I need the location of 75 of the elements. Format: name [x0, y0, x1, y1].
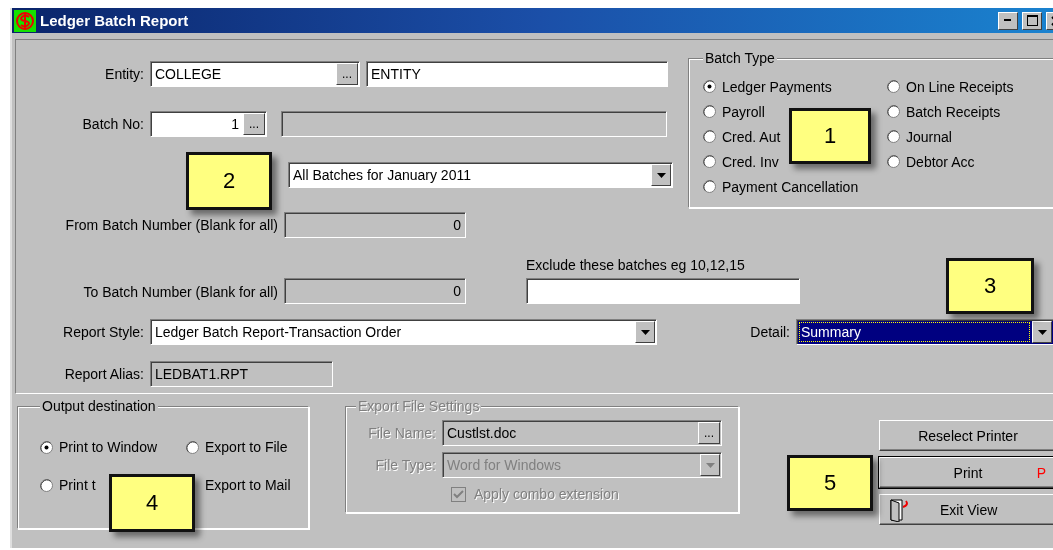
from-batch-field[interactable]: 0 [284, 212, 466, 238]
hotkey-label: P [1036, 464, 1046, 481]
to-batch-field[interactable]: 0 [284, 278, 466, 304]
caret-icon [705, 462, 715, 468]
print-button[interactable]: Print P [879, 457, 1053, 488]
door-icon [888, 497, 910, 522]
caret-icon [640, 329, 650, 335]
group-title: Output destination [40, 398, 158, 414]
report-alias-field[interactable]: LEDBAT1.RPT [150, 361, 333, 387]
caret-icon [656, 172, 666, 178]
checkbox-label: Apply combo extension [474, 486, 620, 502]
field-label: Entity: [104, 66, 144, 82]
radio-button[interactable] [40, 440, 53, 454]
radio-button[interactable] [40, 478, 53, 492]
callout-number: 3 [946, 258, 1034, 314]
exclude-batches-field[interactable] [526, 278, 800, 304]
radio-label[interactable]: Cred. Aut [722, 128, 781, 145]
radio-button[interactable] [887, 105, 900, 118]
callout-number: 5 [787, 455, 873, 511]
radio-label[interactable]: Ledger Payments [722, 78, 832, 95]
field-label: Report Alias: [63, 366, 144, 382]
group-title: Batch Type [703, 50, 777, 66]
entity-code-field[interactable]: COLLEGE ... [150, 61, 360, 87]
batch-description-field[interactable] [281, 111, 667, 137]
radio-label[interactable]: Cred. Inv [722, 153, 779, 170]
batch-number-field[interactable]: 1 ... [150, 111, 267, 137]
group-title: Export File Settings [356, 398, 482, 414]
window-title: Ledger Batch Report [40, 12, 190, 29]
detail-dropdown[interactable]: Summary [796, 319, 1053, 345]
callout-number: 4 [109, 474, 195, 532]
field-label: Report Style: [62, 324, 144, 340]
radio-button[interactable] [887, 155, 900, 168]
field-label: Detail: [749, 324, 790, 340]
radio-label[interactable]: Debtor Acc [906, 153, 975, 170]
callout-number: 1 [789, 108, 871, 164]
radio-label[interactable]: Payroll [722, 103, 765, 120]
radio-button[interactable] [887, 130, 900, 143]
field-label: From Batch Number (Blank for all) [64, 217, 278, 233]
minimize-button[interactable] [998, 11, 1018, 30]
minimize-icon [1004, 19, 1012, 22]
field-label: Exclude these batches eg 10,12,15 [526, 257, 746, 273]
exit-view-button[interactable]: Exit View [879, 494, 1053, 525]
radio-label[interactable]: Journal [906, 128, 952, 145]
field-label: Batch No: [81, 116, 144, 132]
radio-button[interactable] [703, 155, 716, 168]
field-label: File Type: [374, 457, 436, 473]
callout-number: 2 [186, 152, 272, 210]
radio-button[interactable] [703, 180, 716, 193]
radio-button[interactable] [703, 105, 716, 118]
maximize-icon [1026, 15, 1038, 26]
dropdown-button[interactable] [651, 164, 671, 186]
radio-label[interactable]: Batch Receipts [906, 103, 1001, 120]
radio-button[interactable] [703, 130, 716, 143]
reselect-printer-button[interactable]: Reselect Printer [879, 420, 1053, 451]
entity-description-field[interactable]: ENTITY [366, 61, 668, 87]
dropdown-button[interactable] [1032, 321, 1052, 343]
report-style-dropdown[interactable]: Ledger Batch Report-Transaction Order [150, 319, 657, 345]
radio-button[interactable] [887, 80, 900, 93]
dropdown-button[interactable] [635, 321, 655, 343]
radio-button[interactable] [186, 440, 199, 454]
batch-range-dropdown[interactable]: All Batches for January 2011 [288, 162, 673, 188]
field-label: File Name: [367, 425, 436, 441]
field-label: To Batch Number (Blank for all) [82, 284, 278, 300]
dollar-icon [14, 9, 36, 32]
lookup-button[interactable]: ... [243, 113, 265, 135]
radio-label[interactable]: Print to Window [59, 439, 158, 455]
radio-button[interactable] [703, 80, 716, 93]
radio-label[interactable]: On Line Receipts [906, 78, 1014, 95]
radio-label[interactable]: Print t [59, 477, 96, 493]
radio-label[interactable]: Export to File [205, 439, 288, 455]
lookup-button[interactable]: ... [336, 63, 358, 85]
maximize-button[interactable] [1022, 11, 1042, 30]
radio-label[interactable]: Export to Mail [205, 477, 291, 493]
radio-label[interactable]: Payment Cancellation [722, 178, 859, 195]
caret-icon [1037, 329, 1047, 335]
